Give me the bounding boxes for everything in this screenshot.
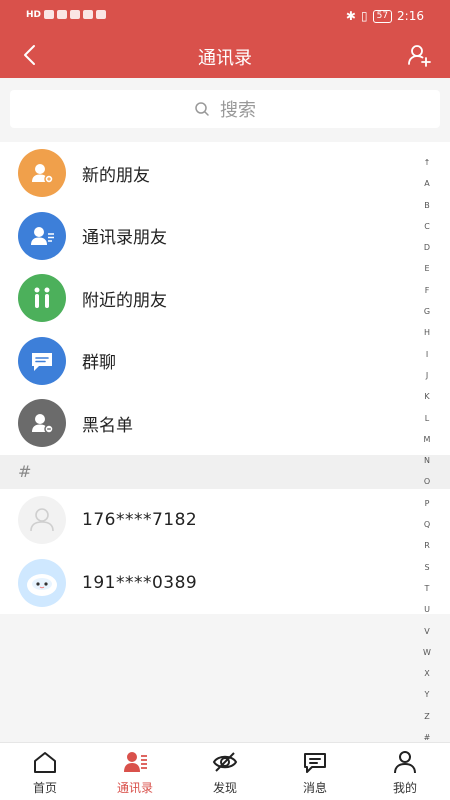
index-letter[interactable]: N [424, 450, 430, 471]
contact-item[interactable]: 176****7182 [0, 489, 450, 552]
menu-item-group-chat[interactable]: 群聊 [0, 330, 450, 393]
discover-icon [212, 752, 238, 772]
message-icon [304, 753, 326, 773]
menu-item-new-friends[interactable]: 新的朋友 [0, 142, 450, 205]
menu-item-label: 群聊 [82, 353, 116, 374]
index-letter[interactable]: P [425, 493, 430, 514]
index-letter[interactable]: I [426, 344, 428, 365]
add-friend-icon[interactable] [406, 42, 432, 68]
index-letter[interactable]: Y [425, 684, 430, 705]
group-chat-icon [18, 336, 66, 385]
index-letter[interactable]: T [425, 578, 430, 599]
status-bar: HD ✱ ▯ 57 2:16 [0, 0, 450, 34]
section-header: # [0, 455, 450, 489]
alphabet-index[interactable]: ↑ A B C D E F G H I J K L M N O P Q R S … [412, 152, 442, 748]
tab-messages[interactable]: 消息 [270, 743, 360, 800]
default-avatar-icon [18, 496, 66, 545]
home-icon [34, 752, 56, 773]
index-letter[interactable]: D [424, 237, 430, 258]
app-notification-icon [96, 10, 107, 19]
index-letter[interactable]: H [424, 322, 430, 343]
tab-label: 我的 [392, 781, 417, 795]
index-letter[interactable]: E [424, 258, 429, 279]
index-letter[interactable]: U [424, 599, 430, 620]
page-title: 通讯录 [198, 48, 252, 69]
status-time: 2:16 [397, 9, 424, 23]
tab-profile[interactable]: 我的 [360, 743, 450, 800]
index-letter[interactable]: S [424, 557, 429, 578]
signal-icon [44, 10, 55, 19]
tab-discover[interactable]: 发现 [180, 743, 270, 800]
tab-contacts[interactable]: 通讯录 [90, 743, 180, 800]
index-letter[interactable]: C [424, 216, 430, 237]
index-letter[interactable]: W [423, 642, 431, 663]
profile-icon [394, 751, 416, 774]
index-letter[interactable]: R [424, 535, 430, 556]
index-letter[interactable]: B [424, 195, 430, 216]
contact-item[interactable]: 191****0389 [0, 552, 450, 615]
contact-name: 191****0389 [82, 572, 198, 593]
function-list: 新的朋友 通讯录朋友 附近的朋友 群聊 黑名单 [0, 142, 450, 455]
index-letter[interactable]: Q [424, 514, 430, 535]
index-letter[interactable]: X [424, 663, 429, 684]
top-nav-bar: 通讯录 [0, 34, 450, 78]
vibrate-icon: ▯ [360, 9, 368, 23]
search-area: 搜索 [0, 78, 450, 140]
app-notification-icon [83, 10, 94, 19]
tab-label: 通讯录 [116, 781, 153, 795]
new-friends-icon [18, 149, 66, 198]
menu-item-contacts-friends[interactable]: 通讯录朋友 [0, 205, 450, 268]
menu-item-nearby-friends[interactable]: 附近的朋友 [0, 267, 450, 330]
bluetooth-icon: ✱ [345, 9, 356, 23]
index-letter[interactable]: V [424, 621, 429, 642]
menu-item-label: 黑名单 [82, 415, 133, 436]
index-letter[interactable]: L [425, 408, 429, 429]
index-letter[interactable]: J [426, 365, 428, 386]
nearby-friends-icon [18, 274, 66, 323]
menu-item-label: 通讯录朋友 [82, 228, 167, 249]
app-notification-icon [70, 10, 81, 19]
index-letter[interactable]: M [424, 429, 431, 450]
contact-list: 176****7182 191****0389 [0, 489, 450, 614]
blacklist-icon [18, 399, 66, 448]
index-letter[interactable]: K [424, 386, 429, 407]
battery-icon: 57 [372, 9, 393, 23]
search-placeholder: 搜索 [220, 100, 256, 121]
wifi-icon [57, 10, 68, 19]
bottom-tab-bar: 首页 通讯录 发现 消息 我的 [0, 742, 450, 800]
index-letter[interactable]: O [424, 471, 430, 492]
menu-item-label: 附近的朋友 [82, 290, 167, 311]
network-label: HD [26, 10, 42, 20]
contacts-friends-icon [18, 211, 66, 260]
tab-home[interactable]: 首页 [0, 743, 90, 800]
tab-label: 首页 [32, 781, 57, 795]
index-letter[interactable]: F [425, 280, 430, 301]
index-letter[interactable]: G [424, 301, 430, 322]
index-letter[interactable]: Z [424, 706, 429, 727]
search-icon [195, 102, 209, 116]
index-letter[interactable]: ↑ [424, 152, 431, 173]
robot-avatar-icon [18, 558, 66, 607]
menu-item-blacklist[interactable]: 黑名单 [0, 392, 450, 455]
contact-name: 176****7182 [82, 510, 198, 531]
index-letter[interactable]: A [424, 173, 429, 194]
menu-item-label: 新的朋友 [82, 165, 150, 186]
tab-label: 发现 [212, 781, 237, 795]
tab-label: 消息 [302, 781, 327, 795]
search-input[interactable]: 搜索 [10, 90, 440, 128]
contacts-icon [124, 752, 147, 772]
